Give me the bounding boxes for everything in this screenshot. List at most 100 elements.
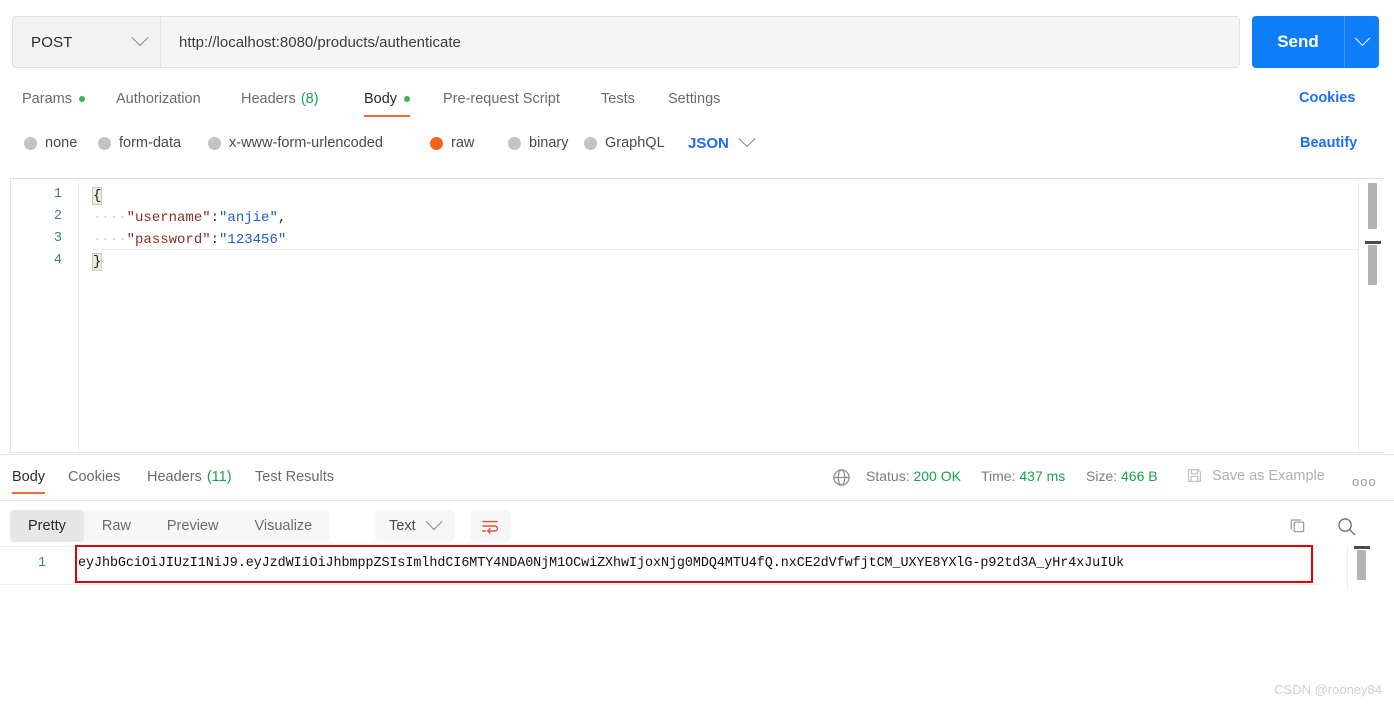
open-brace: { xyxy=(91,187,103,205)
time-info: Time: 437 ms xyxy=(981,468,1065,484)
radio-icon xyxy=(24,136,37,150)
tab-label: Settings xyxy=(668,91,721,107)
body-type-none[interactable]: none xyxy=(24,128,77,158)
tab-settings[interactable]: Settings xyxy=(668,82,720,116)
response-tab-headers[interactable]: Headers (11) xyxy=(147,462,232,492)
request-tabs: Params Authorization Headers (8) Body Pr… xyxy=(0,82,1394,118)
chevron-down-icon xyxy=(1354,29,1370,46)
response-view-modes: Pretty Raw Preview Visualize xyxy=(10,510,331,542)
send-options-button[interactable] xyxy=(1344,16,1379,68)
body-type-label: x-www-form-urlencoded xyxy=(229,135,383,151)
body-type-label: GraphQL xyxy=(605,135,665,151)
tab-authorization[interactable]: Authorization xyxy=(116,82,201,116)
save-as-example-label: Save as Example xyxy=(1212,467,1325,484)
chevron-down-icon xyxy=(425,513,443,531)
editor-scrollbar-thumb-2[interactable] xyxy=(1368,245,1377,285)
body-type-graphql[interactable]: GraphQL xyxy=(584,128,665,158)
tab-label: Headers xyxy=(147,469,202,485)
body-type-row: none form-data x-www-form-urlencoded raw… xyxy=(0,128,1394,160)
response-more-options-icon[interactable]: ooo xyxy=(1352,474,1377,489)
status-value: 200 OK xyxy=(913,468,961,484)
response-meta-row: Body Cookies Headers (11) Test Results S… xyxy=(0,460,1394,498)
body-format-label: JSON xyxy=(688,134,729,152)
time-label: Time: xyxy=(981,468,1016,484)
response-body-text[interactable]: eyJhbGciOiJIUzI1NiJ9.eyJzdWIiOiJhbmppZSI… xyxy=(78,546,1318,580)
modified-dot-icon xyxy=(78,96,85,102)
response-toolbar-divider xyxy=(0,500,1394,501)
response-view-toolbar: Pretty Raw Preview Visualize Text xyxy=(0,508,1394,548)
view-mode-visualize[interactable]: Visualize xyxy=(236,510,330,542)
postman-window: POST http://localhost:8080/products/auth… xyxy=(0,0,1394,711)
chevron-down-icon xyxy=(131,29,149,47)
active-tab-underline xyxy=(12,491,46,494)
tab-label: Pre-request Script xyxy=(443,91,560,107)
http-method-selector[interactable]: POST xyxy=(13,17,161,67)
url-bar: POST http://localhost:8080/products/auth… xyxy=(12,16,1240,68)
search-icon[interactable] xyxy=(1336,516,1357,542)
tab-label: Body xyxy=(12,469,46,485)
json-value: "anjie" xyxy=(219,210,278,226)
indent-guide: ···· xyxy=(93,210,127,226)
tab-pre-request-script[interactable]: Pre-request Script xyxy=(443,82,560,116)
body-type-label: form-data xyxy=(119,135,182,151)
close-brace: } xyxy=(91,253,103,271)
tab-label: Tests xyxy=(601,91,635,107)
body-type-raw[interactable]: raw xyxy=(430,128,474,158)
radio-icon xyxy=(98,136,111,150)
editor-gutter: 1 2 3 4 xyxy=(11,179,79,452)
body-type-form-data[interactable]: form-data xyxy=(98,128,181,158)
view-mode-preview[interactable]: Preview xyxy=(149,510,237,542)
size-value: 466 B xyxy=(1121,468,1158,484)
send-button[interactable]: Send xyxy=(1252,16,1344,68)
active-tab-underline xyxy=(364,114,411,117)
request-body-editor[interactable]: 1 2 3 4 { ····"username":"anjie", ····"p… xyxy=(10,178,1385,453)
time-value: 437 ms xyxy=(1019,468,1066,484)
code-line-2: ····"username":"anjie", xyxy=(93,207,286,229)
json-colon: : xyxy=(210,210,220,226)
response-tab-test-results[interactable]: Test Results xyxy=(255,462,334,492)
response-divider xyxy=(0,454,1394,455)
view-mode-raw[interactable]: Raw xyxy=(84,510,149,542)
response-scrollbar-thumb[interactable] xyxy=(1357,550,1366,580)
body-type-binary[interactable]: binary xyxy=(508,128,569,158)
network-globe-icon xyxy=(832,468,851,492)
response-tab-body[interactable]: Body xyxy=(12,462,46,494)
json-key: "password" xyxy=(126,232,211,248)
save-as-example-button[interactable]: Save as Example xyxy=(1186,467,1325,484)
tab-label: Headers xyxy=(241,91,296,107)
editor-code-area[interactable]: { ····"username":"anjie", ····"password"… xyxy=(79,179,1383,452)
status-label: Status: xyxy=(866,468,910,484)
body-type-label: raw xyxy=(451,135,475,151)
cookies-link[interactable]: Cookies xyxy=(1299,90,1355,106)
modified-dot-icon xyxy=(404,96,411,102)
radio-selected-icon xyxy=(430,136,443,150)
beautify-link[interactable]: Beautify xyxy=(1300,135,1357,151)
response-scrollbar-track[interactable] xyxy=(1347,546,1374,590)
editor-scrollbar-thumb[interactable] xyxy=(1368,183,1377,229)
body-type-label: binary xyxy=(529,135,569,151)
tab-params[interactable]: Params xyxy=(22,82,85,116)
radio-icon xyxy=(584,136,597,150)
response-format-selector[interactable]: Text xyxy=(375,510,454,542)
line-number: 3 xyxy=(53,231,62,246)
request-url-row: POST http://localhost:8080/products/auth… xyxy=(0,0,1394,80)
copy-icon[interactable] xyxy=(1288,516,1307,540)
watermark: CSDN @rooney84 xyxy=(1274,682,1382,697)
response-format-label: Text xyxy=(389,518,416,534)
body-format-selector[interactable]: JSON xyxy=(688,128,756,158)
word-wrap-toggle[interactable] xyxy=(470,510,510,542)
tab-headers[interactable]: Headers (8) xyxy=(241,82,319,116)
response-line-number: 1 xyxy=(38,556,47,571)
editor-scroll-marker xyxy=(1365,241,1381,244)
body-type-urlencoded[interactable]: x-www-form-urlencoded xyxy=(208,128,383,158)
code-line-3: ····"password":"123456" xyxy=(93,229,286,251)
tab-body[interactable]: Body xyxy=(364,82,411,117)
editor-scrollbar-track[interactable] xyxy=(1358,179,1385,452)
send-button-group: Send xyxy=(1252,16,1379,68)
url-input[interactable]: http://localhost:8080/products/authentic… xyxy=(161,17,1239,67)
view-mode-pretty[interactable]: Pretty xyxy=(10,510,84,542)
response-tab-cookies[interactable]: Cookies xyxy=(68,462,120,492)
tab-tests[interactable]: Tests xyxy=(601,82,635,116)
radio-icon xyxy=(208,136,221,150)
code-line-4: } xyxy=(91,251,103,273)
